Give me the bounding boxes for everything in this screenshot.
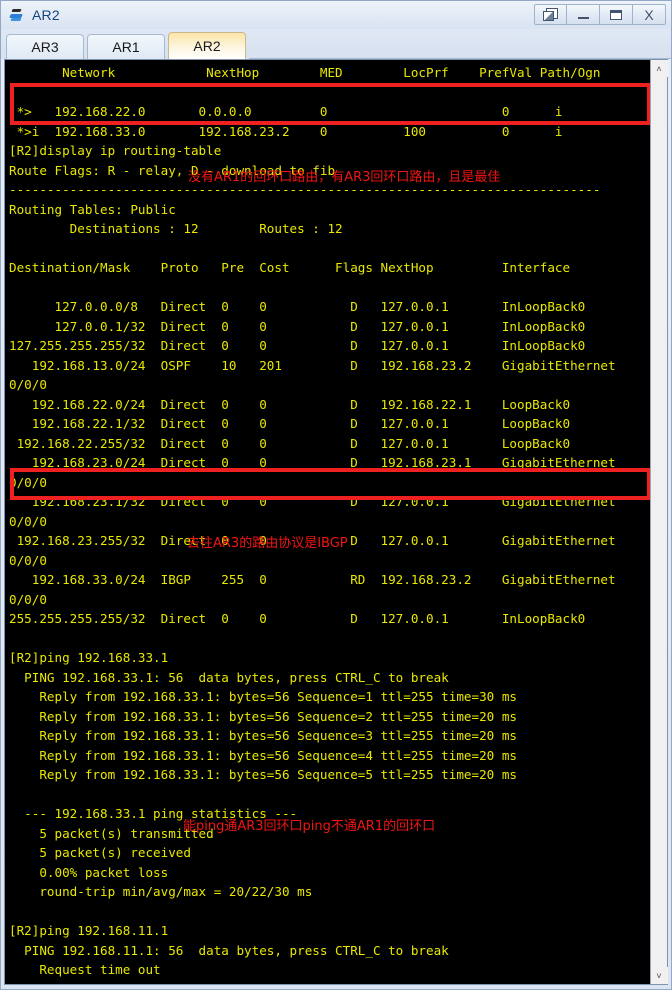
router-cli-window: AR2 X AR3 AR1 AR2 Network NextHop MED Lo… <box>0 0 672 990</box>
terminal-panel: Network NextHop MED LocPrf PrefVal Path/… <box>4 59 668 985</box>
tab-bar: AR3 AR1 AR2 <box>1 29 671 59</box>
annotation-ibgp-protocol: 去往AR3的路由协议是IBGP <box>187 536 348 551</box>
window-controls: X <box>534 4 666 25</box>
maximize-button[interactable] <box>600 4 633 25</box>
tab-ar2[interactable]: AR2 <box>168 32 246 59</box>
annotation-ping-results: 能ping通AR3回环口ping不通AR1的回环口 <box>183 819 436 834</box>
title-bar: AR2 X <box>1 1 671 29</box>
tab-strip-filler <box>249 33 671 59</box>
tab-ar1[interactable]: AR1 <box>87 34 165 59</box>
window-title: AR2 <box>32 7 60 23</box>
restore-icon <box>543 8 558 21</box>
terminal-scrollbar[interactable]: ˄ ˅ <box>650 60 668 984</box>
restore-button[interactable] <box>534 4 567 25</box>
console-text: Network NextHop MED LocPrf PrefVal Path/… <box>9 65 616 984</box>
annotation-no-ar1-loopback: 没有AR1的回环口路由，有AR3回环口路由，且是最佳 <box>188 170 501 185</box>
close-icon: X <box>644 6 654 23</box>
tab-ar3[interactable]: AR3 <box>6 34 84 59</box>
scrollbar-track[interactable] <box>651 77 667 967</box>
minimize-button[interactable] <box>567 4 600 25</box>
terminal-output-area[interactable]: Network NextHop MED LocPrf PrefVal Path/… <box>5 60 650 984</box>
maximize-icon <box>610 9 622 20</box>
minimize-icon <box>577 17 589 19</box>
close-button[interactable]: X <box>633 4 666 25</box>
router-icon <box>8 6 26 24</box>
scroll-down-arrow-icon[interactable]: ˅ <box>650 967 668 984</box>
scroll-up-arrow-icon[interactable]: ˄ <box>650 60 668 77</box>
